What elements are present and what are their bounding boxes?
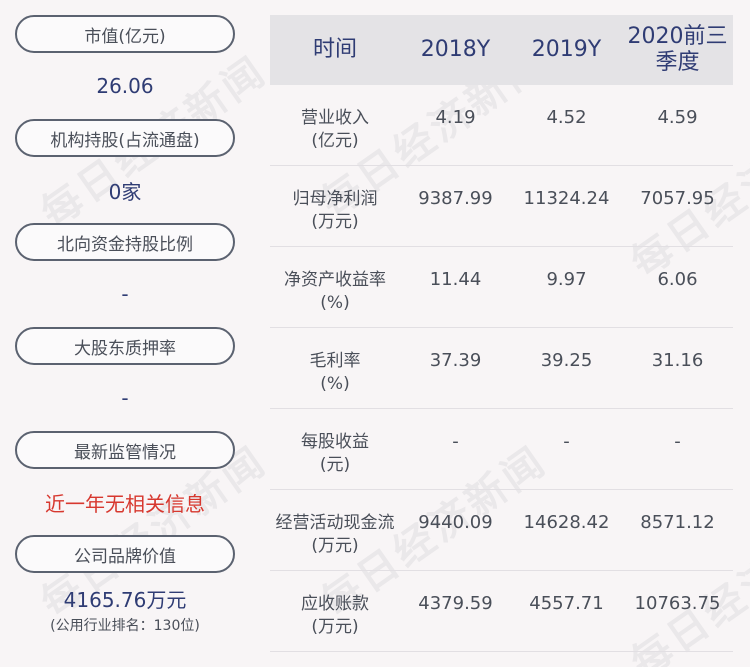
- row-label-metric: 营业收入: [301, 108, 369, 128]
- row-label-metric: 每股收益: [301, 432, 369, 452]
- header-time: 时间: [312, 36, 357, 62]
- northbound-ratio-label: 北向资金持股比例: [15, 223, 235, 261]
- row-label-unit: (亿元): [311, 130, 359, 151]
- row-label-unit: (万元): [311, 211, 359, 232]
- row-label: 每股收益 (元): [270, 431, 400, 477]
- row-label-metric: 归母净利润: [292, 189, 378, 209]
- brand-value-label: 公司品牌价值: [15, 535, 235, 573]
- brand-value-amount: 4165.76万元: [63, 587, 187, 612]
- table-cell: 39.25: [540, 350, 593, 371]
- table-cell: 7057.95: [640, 188, 715, 209]
- row-label-metric: 经营活动现金流: [275, 513, 395, 533]
- row-label: 营业收入 (亿元): [270, 107, 400, 153]
- header-2020q3: 2020前三季度: [627, 23, 728, 75]
- table-cell: 9.97: [546, 269, 587, 290]
- table-row: 净资产收益率 (%) 11.44 9.97 6.06: [270, 247, 733, 328]
- table-row: 营业收入 (亿元) 4.19 4.52 4.59: [270, 85, 733, 166]
- row-label-unit: (万元): [311, 616, 359, 637]
- table-cell: 4557.71: [529, 593, 604, 614]
- table-cell: 8571.12: [640, 512, 715, 533]
- table-row: 每股收益 (元) - - -: [270, 409, 733, 490]
- table-cell: -: [563, 431, 570, 452]
- table-cell: 9440.09: [418, 512, 493, 533]
- table-cell: 11.44: [429, 269, 482, 290]
- table-cell: 4.52: [546, 107, 587, 128]
- table-row: 应收账款 (万元) 4379.59 4557.71 10763.75: [270, 571, 733, 652]
- brand-value: 4165.76万元 (公用行业排名：130位): [15, 573, 235, 645]
- table-cell: 4.59: [657, 107, 698, 128]
- table-cell: 31.16: [651, 350, 704, 371]
- market-cap-label: 市值(亿元): [15, 15, 235, 53]
- row-label: 经营活动现金流 (万元): [270, 512, 400, 558]
- table-header: 时间 2018Y 2019Y 2020前三季度: [270, 15, 733, 85]
- table-row: 毛利率 (%) 37.39 39.25 31.16: [270, 328, 733, 409]
- table-cell: 10763.75: [634, 593, 721, 614]
- row-label-unit: (万元): [311, 535, 359, 556]
- institutional-holdings-value: 0家: [108, 179, 142, 204]
- row-label-unit: (%): [320, 292, 350, 313]
- row-label-unit: (元): [319, 454, 351, 475]
- institutional-holdings-label: 机构持股(占流通盘): [15, 119, 235, 157]
- pledge-ratio-value: -: [121, 386, 129, 410]
- row-label: 净资产收益率 (%): [270, 269, 400, 315]
- row-label: 归母净利润 (万元): [270, 188, 400, 234]
- row-label: 毛利率 (%): [270, 350, 400, 396]
- table-cell: 6.06: [657, 269, 698, 290]
- row-label-metric: 毛利率: [309, 351, 361, 371]
- table-cell: 4379.59: [418, 593, 493, 614]
- table-cell: 14628.42: [523, 512, 610, 533]
- financial-table: 时间 2018Y 2019Y 2020前三季度 营业收入 (亿元) 4.19 4.52…: [270, 15, 733, 652]
- table-row: 经营活动现金流 (万元) 9440.09 14628.42 8571.12: [270, 490, 733, 571]
- table-cell: 4.19: [435, 107, 476, 128]
- table-cell: 11324.24: [523, 188, 610, 209]
- regulatory-status-value: 近一年无相关信息: [45, 491, 205, 516]
- row-label-unit: (%): [320, 373, 350, 394]
- row-label-metric: 应收账款: [301, 594, 369, 614]
- header-2018: 2018Y: [420, 36, 491, 62]
- brand-value-rank: (公用行业排名：130位): [50, 617, 200, 634]
- row-label: 应收账款 (万元): [270, 593, 400, 639]
- table-row: 归母净利润 (万元) 9387.99 11324.24 7057.95: [270, 166, 733, 247]
- pledge-ratio-label: 大股东质押率: [15, 327, 235, 365]
- table-cell: -: [674, 431, 681, 452]
- table-cell: 9387.99: [418, 188, 493, 209]
- table-cell: 37.39: [429, 350, 482, 371]
- northbound-ratio-value: -: [121, 282, 129, 306]
- header-2019: 2019Y: [531, 36, 602, 62]
- stock-summary-panel: 市值(亿元) 26.06 机构持股(占流通盘) 0家 北向资金持股比例 - 大股…: [15, 15, 235, 645]
- regulatory-status-label: 最新监管情况: [15, 431, 235, 469]
- row-label-metric: 净资产收益率: [284, 270, 386, 290]
- market-cap-value: 26.06: [96, 74, 154, 98]
- table-cell: -: [452, 431, 459, 452]
